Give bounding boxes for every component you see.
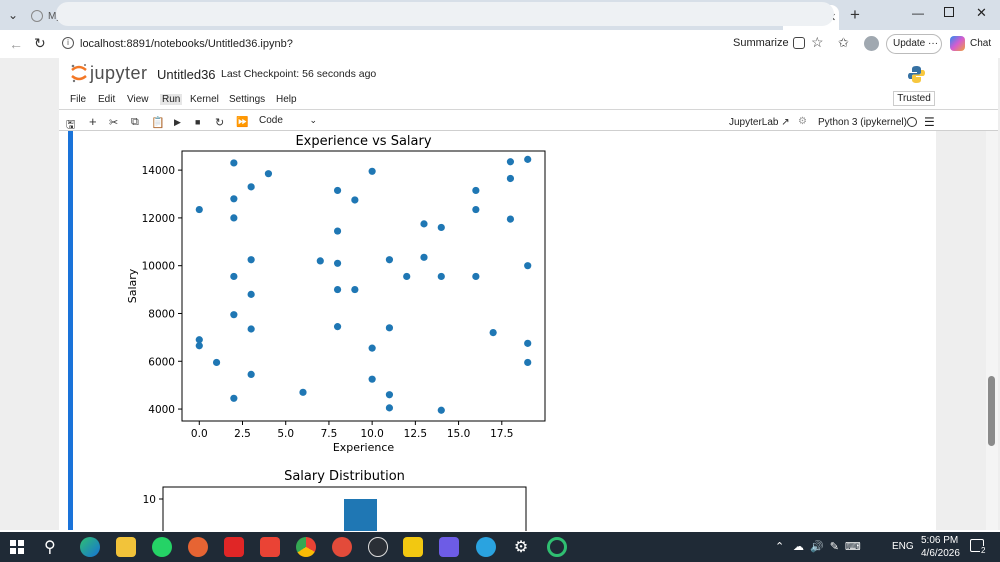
y-tick-label: 10 (143, 494, 156, 506)
scrollbar-thumb[interactable] (988, 376, 995, 446)
firefox-icon[interactable] (188, 537, 208, 557)
chatgpt-icon[interactable] (368, 537, 388, 557)
tray-chevron-up-icon[interactable]: ⌃ (775, 540, 784, 553)
search-icon[interactable]: ⚲ (44, 537, 56, 557)
chart-title: Salary Distribution (284, 469, 405, 484)
tray-icons[interactable]: ☁🔊✎⌨ (793, 540, 867, 553)
clock-date[interactable]: 4/6/2026 (921, 548, 960, 559)
app2-icon[interactable] (439, 537, 459, 557)
start-button[interactable] (10, 540, 24, 554)
gmail-icon[interactable] (260, 537, 280, 557)
app-icon[interactable] (332, 537, 352, 557)
edge-taskbar-icon[interactable] (80, 537, 100, 557)
bar-chart: Salary Distribution 10 (0, 0, 1000, 531)
settings-taskbar-icon[interactable]: ⚙ (511, 537, 531, 557)
vertical-scrollbar[interactable] (986, 131, 998, 530)
clock-time[interactable]: 5:06 PM (921, 535, 958, 546)
language-indicator[interactable]: ENG (892, 541, 914, 552)
app3-icon[interactable] (547, 537, 567, 557)
chrome-icon[interactable] (296, 537, 316, 557)
power-bi-icon[interactable] (403, 537, 423, 557)
notification-count: 2 (980, 546, 986, 555)
file-explorer-icon[interactable] (116, 537, 136, 557)
youtube-icon[interactable] (224, 537, 244, 557)
bar (344, 499, 377, 531)
whatsapp-icon[interactable] (152, 537, 172, 557)
telegram-icon[interactable] (476, 537, 496, 557)
